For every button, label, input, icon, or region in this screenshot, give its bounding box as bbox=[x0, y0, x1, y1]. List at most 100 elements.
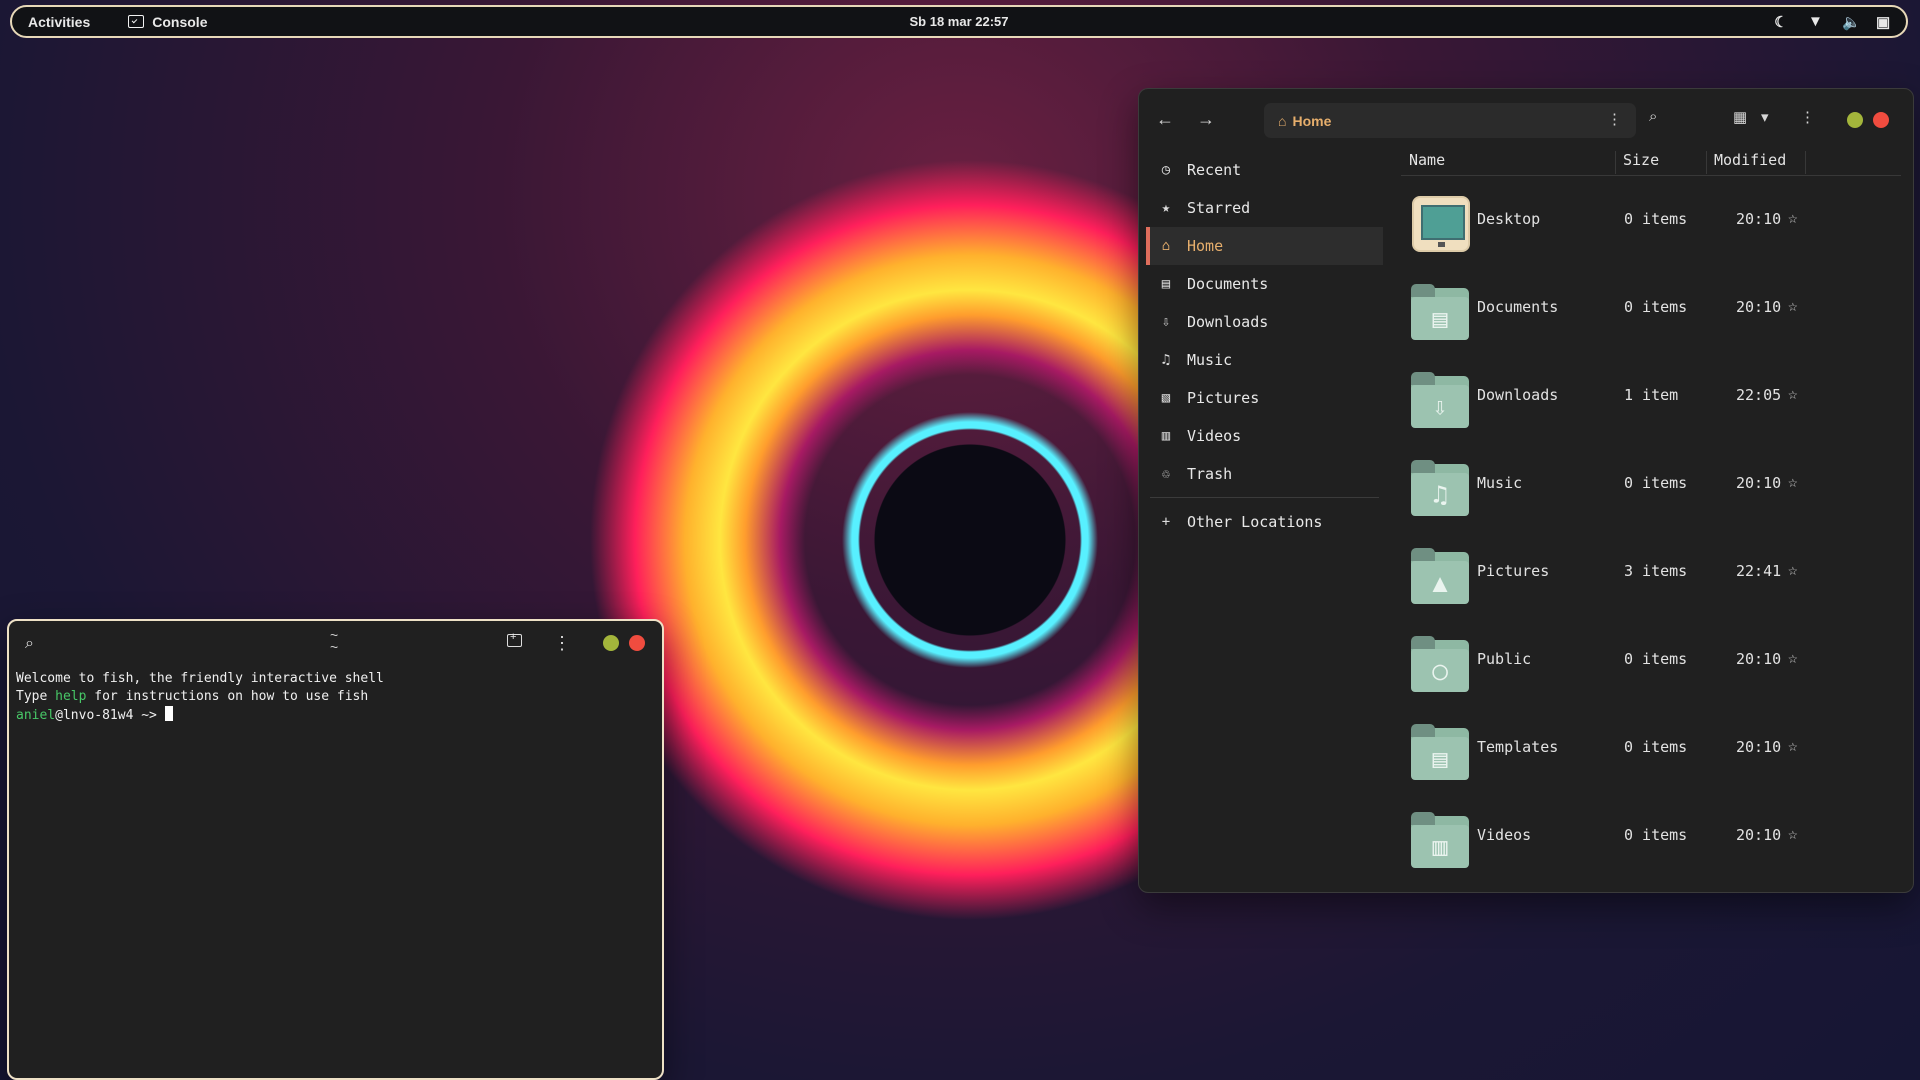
file-modified: 20:10 bbox=[1736, 210, 1782, 228]
console-app-label: Console bbox=[152, 13, 208, 30]
file-name: Downloads bbox=[1477, 386, 1559, 404]
prompt-user: aniel bbox=[16, 708, 56, 723]
sidebar-label: Other Locations bbox=[1187, 513, 1323, 531]
column-size[interactable]: Size bbox=[1615, 151, 1659, 174]
sidebar-item-recent[interactable]: ◷ Recent bbox=[1146, 151, 1383, 189]
home-icon: ⌂ bbox=[1161, 238, 1171, 254]
star-icon[interactable]: ☆ bbox=[1788, 736, 1798, 755]
table-row[interactable]: ▤ Templates 0 items 20:10 ☆ bbox=[1401, 704, 1901, 792]
help-command-text: help bbox=[55, 689, 87, 704]
sidebar-item-music[interactable]: ♫ Music bbox=[1146, 341, 1383, 379]
download-folder-icon: ⇩ bbox=[1411, 372, 1470, 428]
table-row[interactable]: ⇩ Downloads 1 item 22:05 ☆ bbox=[1401, 352, 1901, 440]
file-name: Documents bbox=[1477, 298, 1559, 316]
new-tab-icon[interactable] bbox=[507, 631, 522, 647]
path-home-button[interactable]: ⌂ Home bbox=[1278, 113, 1331, 129]
sidebar-label: Music bbox=[1187, 351, 1233, 369]
path-label: Home bbox=[1292, 112, 1332, 129]
chevron-down-icon[interactable]: ▾ bbox=[1761, 108, 1769, 126]
user-folder-icon: ◯ bbox=[1411, 636, 1470, 692]
terminal-title: ~ ~ bbox=[330, 628, 338, 654]
file-modified: 20:10 bbox=[1736, 474, 1782, 492]
sidebar-item-videos[interactable]: ▥ Videos bbox=[1146, 417, 1383, 455]
activities-button[interactable]: Activities bbox=[28, 14, 90, 30]
wifi-icon: ▼ bbox=[1808, 13, 1823, 30]
back-button[interactable]: ← bbox=[1156, 109, 1174, 130]
console-app-menu[interactable]: Console bbox=[128, 14, 207, 30]
file-size: 0 items bbox=[1624, 474, 1688, 492]
table-row[interactable]: ▲ Pictures 3 items 22:41 ☆ bbox=[1401, 528, 1901, 616]
file-name: Music bbox=[1477, 474, 1523, 492]
sidebar-item-downloads[interactable]: ⇩ Downloads bbox=[1146, 303, 1383, 341]
star-icon[interactable]: ☆ bbox=[1788, 824, 1798, 843]
file-name: Public bbox=[1477, 650, 1532, 668]
sidebar-label: Starred bbox=[1187, 199, 1251, 217]
system-tray[interactable]: ☾ ▼ 🔈 ▣ bbox=[1774, 13, 1890, 31]
template-folder-icon: ▤ bbox=[1411, 724, 1470, 780]
star-icon[interactable]: ☆ bbox=[1788, 648, 1798, 667]
close-button[interactable] bbox=[629, 635, 645, 651]
file-list[interactable]: Name Size Modified Desktop 0 items 20:10… bbox=[1401, 151, 1901, 880]
sidebar-label: Pictures bbox=[1187, 389, 1260, 407]
files-window[interactable]: ← → ⌂ Home ⋮ ⌕ ▦ ▾ ⋮ ◷ Recent ★ Starred ⌂ Ho… bbox=[1138, 88, 1914, 893]
sidebar-item-starred[interactable]: ★ Starred bbox=[1146, 189, 1383, 227]
terminal-prompt-line[interactable]: aniel@lnvo-81w4 ~> bbox=[16, 706, 662, 725]
document-icon: ▤ bbox=[1161, 276, 1171, 292]
table-row[interactable]: ▥ Videos 0 items 20:10 ☆ bbox=[1401, 792, 1901, 880]
file-size: 1 item bbox=[1624, 386, 1679, 404]
help-prefix-text: Type bbox=[16, 689, 56, 704]
close-button[interactable] bbox=[1873, 112, 1889, 128]
star-icon[interactable]: ☆ bbox=[1788, 560, 1798, 579]
table-row[interactable]: ♫ Music 0 items 20:10 ☆ bbox=[1401, 440, 1901, 528]
minimize-button[interactable] bbox=[603, 635, 619, 651]
sidebar-item-documents[interactable]: ▤ Documents bbox=[1146, 265, 1383, 303]
star-icon[interactable]: ☆ bbox=[1788, 384, 1798, 403]
sidebar-item-pictures[interactable]: ▧ Pictures bbox=[1146, 379, 1383, 417]
desktop-icon bbox=[1411, 196, 1470, 252]
terminal-line-welcome: Welcome to fish, the friendly interactiv… bbox=[16, 671, 384, 686]
search-icon[interactable]: ⌕ bbox=[1649, 108, 1657, 125]
prompt-path: ~> bbox=[141, 708, 157, 723]
menu-icon[interactable]: ⋮ bbox=[553, 633, 571, 654]
table-row[interactable]: ▤ Documents 0 items 20:10 ☆ bbox=[1401, 264, 1901, 352]
minimize-button[interactable] bbox=[1847, 112, 1863, 128]
menu-icon[interactable]: ⋮ bbox=[1800, 108, 1815, 126]
table-row[interactable]: ◯ Public 0 items 20:10 ☆ bbox=[1401, 616, 1901, 704]
terminal-output[interactable]: Welcome to fish, the friendly interactiv… bbox=[9, 666, 662, 725]
download-icon: ⇩ bbox=[1161, 314, 1171, 330]
grid-view-icon[interactable]: ▦ bbox=[1733, 108, 1747, 126]
star-icon[interactable]: ☆ bbox=[1788, 296, 1798, 315]
forward-button[interactable]: → bbox=[1197, 109, 1215, 130]
sidebar-item-home[interactable]: ⌂ Home bbox=[1146, 227, 1383, 265]
file-modified: 20:10 bbox=[1736, 826, 1782, 844]
terminal-window[interactable]: ⌕ ~ ~ ⋮ Welcome to fish, the friendly in… bbox=[7, 619, 664, 1080]
file-name: Desktop bbox=[1477, 210, 1541, 228]
column-name[interactable]: Name bbox=[1409, 151, 1445, 169]
terminal-line-help: Type help for instructions on how to use… bbox=[16, 688, 662, 706]
star-icon[interactable]: ☆ bbox=[1788, 208, 1798, 227]
date-time-button[interactable]: Sb 18 mar 22:57 bbox=[909, 14, 1008, 29]
file-modified: 22:05 bbox=[1736, 386, 1782, 404]
search-icon[interactable]: ⌕ bbox=[25, 635, 34, 653]
sidebar-item-trash[interactable]: ♲ Trash bbox=[1146, 455, 1383, 493]
path-menu-icon[interactable]: ⋮ bbox=[1607, 110, 1622, 128]
places-sidebar: ◷ Recent ★ Starred ⌂ Home ▤ Documents ⇩ Downl… bbox=[1146, 151, 1383, 541]
file-list-header: Name Size Modified bbox=[1401, 151, 1901, 176]
path-bar[interactable]: ⌂ Home ⋮ bbox=[1264, 103, 1636, 138]
file-modified: 20:10 bbox=[1736, 738, 1782, 756]
column-modified[interactable]: Modified bbox=[1706, 151, 1786, 174]
top-bar: Activities Console Sb 18 mar 22:57 ☾ ▼ 🔈… bbox=[10, 5, 1908, 38]
video-folder-icon: ▥ bbox=[1411, 812, 1470, 868]
picture-icon: ▧ bbox=[1161, 390, 1171, 406]
table-row[interactable]: Desktop 0 items 20:10 ☆ bbox=[1401, 176, 1901, 264]
sidebar-item-other-locations[interactable]: + Other Locations bbox=[1146, 503, 1383, 541]
sidebar-label: Downloads bbox=[1187, 313, 1269, 331]
trash-icon: ♲ bbox=[1161, 466, 1171, 482]
file-name: Videos bbox=[1477, 826, 1532, 844]
battery-icon: ▣ bbox=[1876, 13, 1891, 31]
video-icon: ▥ bbox=[1161, 428, 1171, 444]
sidebar-label: Documents bbox=[1187, 275, 1269, 293]
star-icon[interactable]: ☆ bbox=[1788, 472, 1798, 491]
terminal-header: ⌕ ~ ~ ⋮ bbox=[9, 621, 662, 666]
star-icon: ★ bbox=[1161, 200, 1171, 216]
